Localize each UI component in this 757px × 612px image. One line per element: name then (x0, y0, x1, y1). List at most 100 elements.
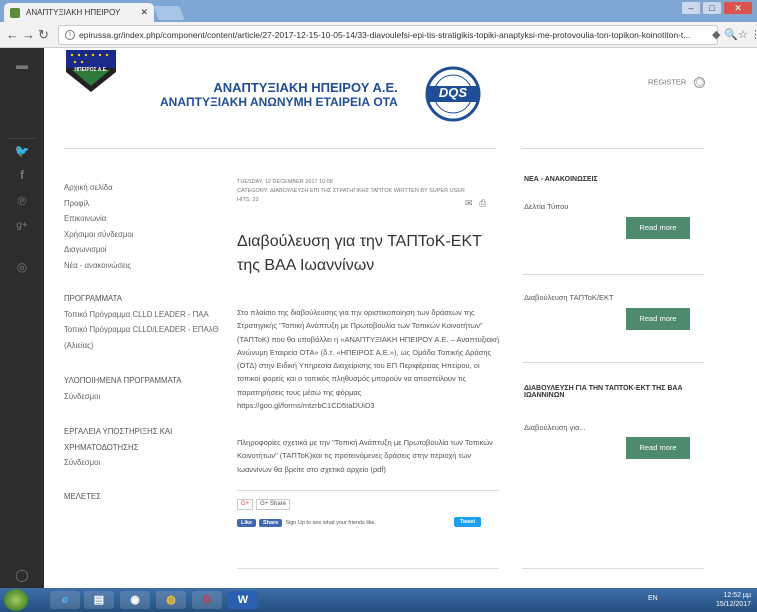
browser-tabbar: ΑΝΑΠΤΥΞΙΑΚΗ ΗΠΕΙΡΟΥ ✕ – □ ✕ (0, 0, 757, 22)
divider (522, 568, 704, 569)
zoom-icon[interactable]: 🔍 (724, 28, 738, 41)
facebook-share-button[interactable]: Share (259, 519, 283, 527)
url-field[interactable]: i epirussa.gr/index.php/component/conten… (58, 25, 718, 45)
register-link[interactable]: REGISTER ◯ (648, 77, 706, 88)
nav-item-program-epal-cont[interactable]: (Αλιείας) (64, 338, 224, 354)
read-more-button-3[interactable]: Read more (626, 437, 690, 459)
divider (64, 148, 496, 149)
info-icon[interactable]: i (65, 30, 75, 40)
news-heading: ΝΕΑ - ΑΝΑΚΟΙΝΩΣΕΙΣ (524, 176, 598, 183)
nav-item-profile[interactable]: Προφίλ (64, 196, 224, 212)
address-bar-row: ← → ↻ i epirussa.gr/index.php/component/… (0, 22, 757, 48)
facebook-icon[interactable]: f (0, 168, 44, 182)
consultation-heading-line2: ΙΩΑΝΝΙΝΩΝ (524, 392, 565, 399)
close-window-button[interactable]: ✕ (723, 1, 753, 15)
left-navigation: Αρχική σελίδα Προφίλ Επικοινωνία Χρήσιμο… (64, 180, 224, 504)
new-tab-button[interactable] (153, 6, 185, 20)
favicon-icon (10, 8, 20, 18)
bookmark-star-icon[interactable]: ☆ (738, 28, 748, 41)
consultation-text[interactable]: Διαβούλευση για... (524, 423, 586, 432)
menu-icon[interactable]: ⋮ (750, 28, 757, 41)
nav-item-tools-links[interactable]: Σύνδεσμοι (64, 455, 224, 471)
nav-item-useful-links[interactable]: Χρήσιμοι σύνδεσμοι (64, 227, 224, 243)
dribbble-icon[interactable]: ◎ (0, 260, 44, 274)
nav-item-home[interactable]: Αρχική σελίδα (64, 180, 224, 196)
tweet-button[interactable]: Tweet (454, 517, 482, 527)
divider (522, 274, 704, 275)
article-meta: TUESDAY, 12 DECEMBER 2017 10:08 CATEGORY… (237, 178, 497, 205)
article-hits: HITS: 22 (237, 197, 259, 203)
chrome-icon[interactable]: ◍ (156, 591, 186, 609)
nav-item-program-paa[interactable]: Τοπικό Πρόγραμμα CLLD LEADER - ΠΑΑ (64, 307, 224, 323)
tools-heading-cont: ΧΡΗΜΑΤΟΔΟΤΗΣΗΣ (64, 442, 139, 452)
article-category: CATEGORY: ΔΙΑΒΟΥΛΕΥΣΗ ΕΠΙ ΤΗΣ ΣΤΡΑΤΗΓΙΚΗ… (237, 188, 465, 194)
divider (522, 148, 704, 149)
nav-item-implemented-links[interactable]: Σύνδεσμοι (64, 389, 224, 405)
googleplus-share-button[interactable]: G+ Share (256, 499, 291, 510)
close-tab-icon[interactable]: ✕ (140, 3, 148, 22)
company-line2: ΑΝΑΠΤΥΞΙΑΚΗ ΑΝΩΝΥΜΗ ΕΤΑΙΡΕΙΑ ΟΤΑ (160, 95, 398, 109)
company-line1: ΑΝΑΠΤΥΞΙΑΚΗ ΗΠΕΙΡΟΥ Α.Ε. (213, 80, 398, 95)
nav-item-news[interactable]: Νέα - ανακοινώσεις (64, 258, 224, 274)
window-controls: – □ ✕ (681, 1, 753, 17)
clock-date: 15/12/2017 (715, 601, 751, 608)
googleplus-button[interactable]: G+ (237, 499, 254, 510)
language-indicator[interactable]: EN (648, 595, 658, 602)
twitter-icon[interactable]: 🐦 (0, 144, 44, 158)
logo-text: ΗΠΕΙΡΟΣ Α.Ε. (74, 67, 108, 73)
divider (237, 568, 499, 569)
maximize-button[interactable]: □ (702, 1, 722, 15)
article-paragraph-1: Στο πλαίσιο της διαβούλευσης για την ορι… (237, 308, 499, 411)
divider (522, 362, 704, 363)
article-tools: ✉ ⎙ (465, 198, 486, 209)
system-clock[interactable]: 12:52 μμ 15/12/2017 (716, 591, 751, 609)
windows-taskbar: e ▤ ◉ ◍ O W EN 12:52 μμ 15/12/2017 (0, 588, 757, 612)
media-icon[interactable]: ◉ (120, 591, 150, 609)
extension-icon[interactable]: ◆ (712, 28, 720, 41)
studies-heading[interactable]: ΜΕΛΕΤΕΣ (64, 489, 224, 505)
minimize-button[interactable]: – (681, 1, 701, 15)
consultation-heading: ΔΙΑΒΟΥΛΕΥΣΗ ΓΙΑ ΤΗΝ ΤΑΠΤΟΚ-ΕΚΤ ΤΗΣ ΒΑΑ Ι… (524, 385, 704, 399)
share-bar: G+ G+ Share (237, 499, 291, 510)
reload-icon[interactable]: ↻ (38, 27, 49, 43)
forward-icon[interactable]: → (22, 27, 35, 42)
implemented-heading: ΥΛΟΠΟΙΗΜΕΝΑ ΠΡΟΓΡΑΜΜΑΤΑ (64, 376, 182, 385)
opera-icon[interactable]: O (192, 591, 222, 609)
word-icon[interactable]: W (228, 591, 258, 609)
user-icon[interactable]: ◯ (694, 77, 706, 88)
article-title: Διαβούλευση για την ΤΑΠΤοΚ-ΕΚΤ της ΒΑΑ Ι… (237, 233, 482, 274)
tab-title: ΑΝΑΠΤΥΞΙΑΚΗ ΗΠΕΙΡΟΥ (26, 8, 121, 17)
nav-item-program-epal[interactable]: Τοπικό Πρόγραμμα CLLD/LEADER - ΕΠΑλΘ (64, 322, 224, 338)
start-button[interactable] (4, 589, 28, 611)
back-icon[interactable]: ← (6, 27, 19, 42)
divider (8, 138, 36, 139)
print-icon[interactable]: ⎙ (479, 198, 486, 208)
article-date: TUESDAY, 12 DECEMBER 2017 10:08 (237, 179, 333, 185)
consultation-heading-line1: ΔΙΑΒΟΥΛΕΥΣΗ ΓΙΑ ΤΗΝ ΤΑΠΤΟΚ-ΕΚΤ ΤΗΣ ΒΑΑ (524, 385, 683, 392)
nav-item-contact[interactable]: Επικοινωνία (64, 211, 224, 227)
social-sidebar: ▬ 🐦 f ℗ g+ ◎ ◯ (0, 48, 44, 588)
facebook-signup-text[interactable]: Sign Up to see what your friends like. (285, 520, 376, 526)
explorer-icon[interactable]: ▤ (84, 591, 114, 609)
consultation-link[interactable]: Διαβούλευση ΤΑΠΤοΚ/ΕΚΤ (524, 293, 614, 302)
pinterest-icon[interactable]: ℗ (0, 194, 44, 208)
facebook-row: Like Share Sign Up to see what your frie… (237, 517, 376, 529)
ie-icon[interactable]: e (50, 591, 80, 609)
url-text: epirussa.gr/index.php/component/content/… (79, 30, 691, 40)
divider (237, 490, 499, 491)
read-more-button-1[interactable]: Read more (626, 217, 690, 239)
company-name: ΑΝΑΠΤΥΞΙΑΚΗ ΗΠΕΙΡΟΥ Α.Ε. ΑΝΑΠΤΥΞΙΑΚΗ ΑΝΩ… (160, 80, 398, 109)
nav-item-tenders[interactable]: Διαγωνισμοί (64, 242, 224, 258)
article-paragraph-2: Πληροφορίες σχετικά με την "Τοπική Ανάπτ… (237, 438, 493, 474)
clock-time: 12:52 μμ (723, 592, 751, 599)
tools-heading: ΕΡΓΑΛΕΙΑ ΥΠΟΣΤΗΡΙΞΗΣ ΚΑΙ (64, 427, 173, 436)
googleplus-icon[interactable]: g+ (0, 220, 44, 231)
facebook-like-button[interactable]: Like (237, 519, 257, 527)
read-more-button-2[interactable]: Read more (626, 308, 690, 330)
browser-tab[interactable]: ΑΝΑΠΤΥΞΙΑΚΗ ΗΠΕΙΡΟΥ ✕ (4, 3, 154, 22)
press-releases-link[interactable]: Δελτία Τύπου (524, 202, 568, 211)
mail-icon[interactable]: ▬ (0, 58, 44, 72)
cert-logo-text: DQS (438, 85, 468, 100)
scroll-top-icon[interactable]: ◯ (0, 568, 44, 582)
email-icon[interactable]: ✉ (465, 198, 473, 208)
